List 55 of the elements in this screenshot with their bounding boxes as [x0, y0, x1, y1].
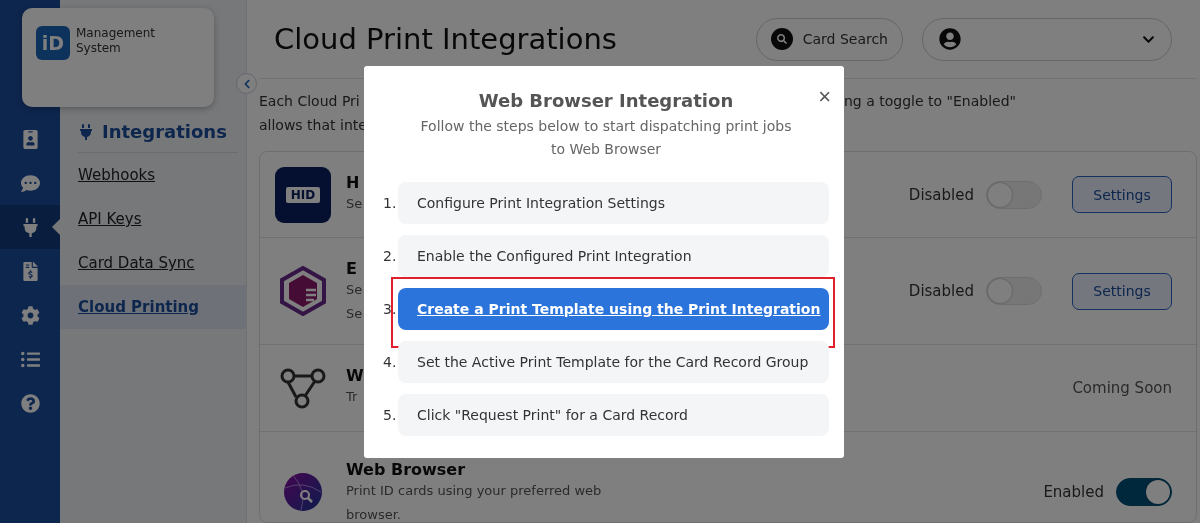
step-number: 2. [383, 248, 398, 264]
plug-icon [20, 217, 40, 237]
user-menu-button[interactable] [922, 17, 1172, 61]
sidebar-icon-button[interactable] [0, 205, 60, 249]
logo-text: HID [285, 186, 321, 203]
integration-title: Web Browser [346, 460, 466, 479]
status-label: Enabled [1043, 482, 1104, 501]
step-number: 1. [383, 195, 398, 211]
page-title: Cloud Print Integrations [274, 22, 618, 56]
integration-description: Tr [346, 388, 358, 406]
integration-title: E [346, 259, 357, 278]
step-number: 5. [383, 407, 398, 423]
invoice-icon [20, 261, 40, 281]
user-avatar-icon [939, 28, 961, 50]
section-heading: Integrations [102, 121, 227, 142]
chat-icon [20, 173, 40, 193]
integration-description: Se [346, 195, 363, 213]
hexagon-logo-icon [280, 266, 326, 316]
integration-title: W [346, 366, 364, 385]
modal-subtitle: Follow the steps below to start dispatching print jobs to Web Browser [419, 117, 793, 159]
toggle-switch[interactable] [1116, 477, 1172, 506]
nav-link[interactable]: API Keys [60, 197, 246, 241]
step-link[interactable]: Configure Print Integration Settings [398, 182, 829, 224]
integration-description: Se [346, 281, 363, 299]
nodes-icon [279, 366, 327, 410]
modal-title: Web Browser Integration [478, 90, 734, 111]
nav-link[interactable]: Webhooks [60, 153, 246, 197]
plug-icon [78, 123, 94, 140]
status-label: Coming Soon [1072, 379, 1172, 397]
intro-text: ng a toggle to "Enabled" [844, 92, 1016, 111]
step-link[interactable]: Create a Print Template using the Print Integration [398, 288, 829, 330]
step-number: 4. [383, 354, 398, 370]
intro-text: Each Cloud Pri [259, 92, 360, 111]
integration-title: H [346, 173, 360, 192]
search-icon [770, 28, 793, 50]
nav-link[interactable]: Card Data Sync [60, 241, 246, 285]
integration-description: Print ID cards using your preferred web browser. [346, 482, 603, 522]
integration-description: Se [346, 305, 363, 323]
app-name: Management System [76, 26, 156, 56]
card-search-button[interactable]: Card Search [755, 17, 903, 61]
settings-button[interactable]: Settings [1072, 176, 1172, 213]
status-label: Disabled [908, 185, 974, 204]
globe-search-icon [283, 471, 323, 512]
step-link[interactable]: Click "Request Print" for a Card Record [398, 394, 829, 436]
step-link[interactable]: Set the Active Print Template for the Card Record Group [398, 341, 829, 383]
help-icon [20, 393, 40, 413]
nav-link[interactable]: Cloud Printing [60, 285, 246, 329]
close-button[interactable]: × [818, 86, 831, 108]
status-label: Disabled [908, 282, 974, 300]
step-link[interactable]: Enable the Configured Print Integration [398, 235, 829, 277]
settings-icon [20, 305, 40, 325]
id-card-icon [20, 129, 40, 149]
settings-button[interactable]: Settings [1072, 272, 1172, 310]
logo-mark: iD [36, 26, 70, 60]
list-icon [20, 349, 40, 369]
